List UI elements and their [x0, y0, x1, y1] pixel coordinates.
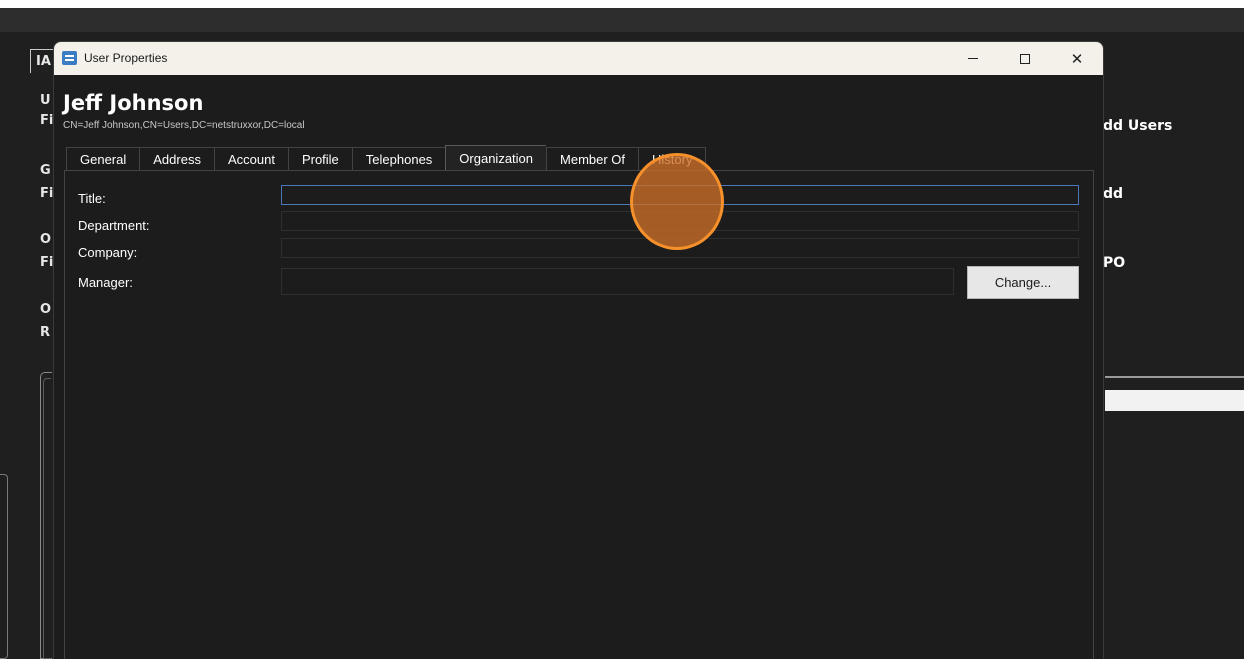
- background-label: U: [40, 93, 51, 108]
- dialog-title: User Properties: [84, 51, 168, 65]
- background-label: Fi: [40, 186, 54, 201]
- department-label: Department:: [78, 218, 150, 233]
- background-label: O: [40, 302, 52, 317]
- tab-member-of[interactable]: Member Of: [546, 147, 639, 171]
- background-divider: [1105, 376, 1244, 378]
- tab-address[interactable]: Address: [139, 147, 214, 171]
- background-left-edge-window: [0, 474, 8, 659]
- tab-general[interactable]: General: [66, 147, 140, 171]
- background-label: G: [40, 163, 51, 178]
- background-top-band: [0, 8, 1244, 32]
- user-properties-dialog: User Properties ✕ Jeff Johnson CN=Jeff J…: [53, 41, 1104, 659]
- background-add-label[interactable]: dd: [1103, 186, 1123, 202]
- background-input[interactable]: [1105, 390, 1244, 411]
- manager-label: Manager:: [78, 275, 133, 290]
- tab-profile[interactable]: Profile: [287, 147, 352, 171]
- distinguished-name: CN=Jeff Johnson,CN=Users,DC=netstruxxor,…: [63, 120, 305, 131]
- background-group-frame-inner: [43, 378, 51, 659]
- background-label: Fi: [40, 255, 54, 270]
- background-label: Fi: [40, 113, 54, 128]
- change-manager-button[interactable]: Change...: [967, 266, 1079, 299]
- minimize-button[interactable]: [950, 42, 996, 75]
- title-label: Title:: [78, 191, 106, 206]
- tab-account[interactable]: Account: [213, 147, 288, 171]
- background-po-label[interactable]: PO: [1103, 255, 1125, 271]
- tab-organization[interactable]: Organization: [445, 145, 547, 171]
- user-name-heading: Jeff Johnson: [63, 91, 204, 115]
- maximize-icon: [1020, 53, 1030, 64]
- background-add-users-label[interactable]: dd Users: [1103, 118, 1172, 134]
- manager-input[interactable]: [281, 268, 954, 295]
- company-label: Company:: [78, 245, 138, 260]
- click-indicator: [630, 153, 724, 250]
- close-button[interactable]: ✕: [1054, 42, 1100, 75]
- dialog-titlebar[interactable]: User Properties ✕: [54, 42, 1103, 75]
- app-icon: [62, 51, 77, 65]
- background-label: O: [40, 232, 52, 247]
- tab-telephones[interactable]: Telephones: [351, 147, 446, 171]
- close-icon: ✕: [1070, 49, 1084, 68]
- minimize-icon: [968, 58, 978, 59]
- maximize-button[interactable]: [1002, 42, 1048, 75]
- tab-strip: General Address Account Profile Telephon…: [66, 145, 707, 171]
- background-label: R: [40, 325, 51, 340]
